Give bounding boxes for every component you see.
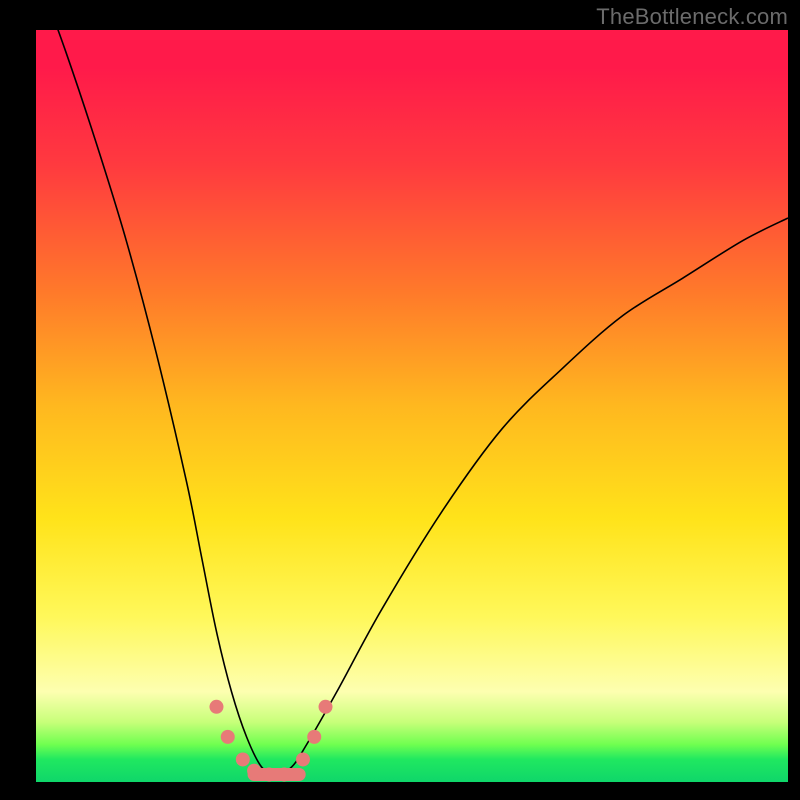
bottleneck-curve-svg <box>36 30 788 782</box>
marker-point <box>296 752 310 766</box>
marker-point <box>209 700 223 714</box>
marker-point <box>319 700 333 714</box>
marker-point <box>221 730 235 744</box>
plot-area <box>36 30 788 782</box>
marker-point <box>277 767 291 781</box>
marker-point <box>307 730 321 744</box>
curve-line <box>36 0 788 774</box>
marker-group <box>209 700 332 782</box>
marker-point <box>247 764 261 778</box>
chart-frame: TheBottleneck.com <box>0 0 800 800</box>
marker-point <box>236 752 250 766</box>
watermark-text: TheBottleneck.com <box>596 4 788 30</box>
marker-point <box>262 767 276 781</box>
